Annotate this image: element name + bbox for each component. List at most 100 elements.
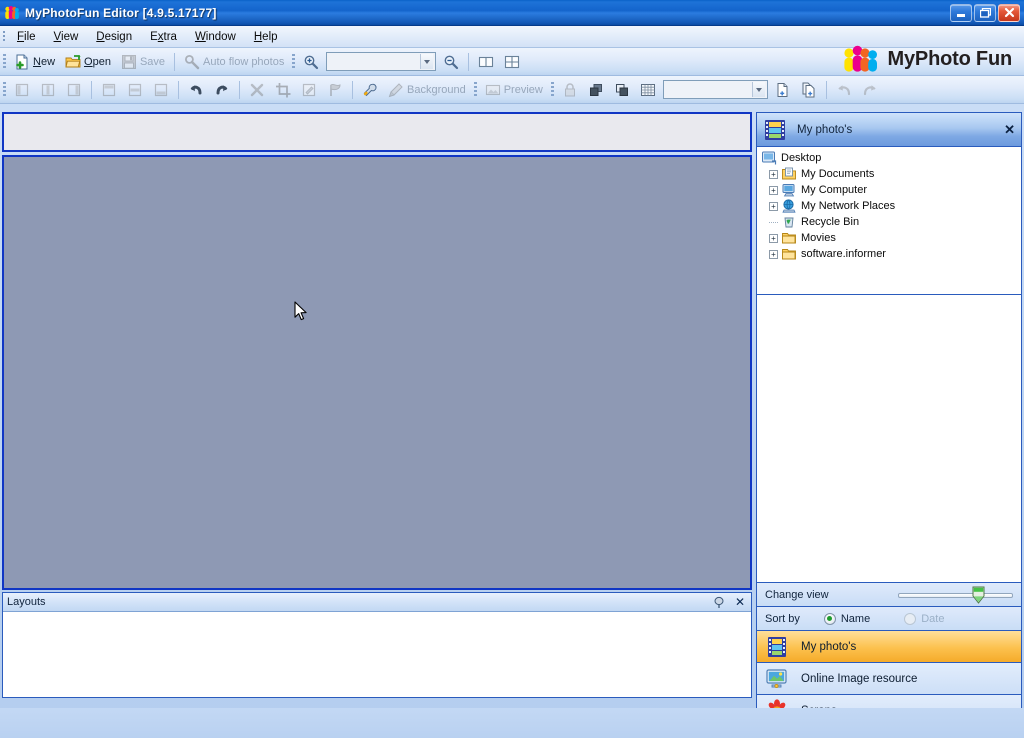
- background-button[interactable]: Background: [384, 79, 470, 101]
- radio-name[interactable]: [823, 612, 836, 625]
- menu-file[interactable]: FFileile: [8, 28, 45, 46]
- undo-button[interactable]: [832, 79, 856, 101]
- brand-logo: MyPhoto Fun: [842, 44, 1012, 74]
- save-button[interactable]: Save: [117, 51, 169, 73]
- auto-hide-pin-icon[interactable]: [712, 595, 726, 609]
- restore-button[interactable]: [974, 3, 996, 22]
- toolbar1-grip-2[interactable]: [289, 48, 298, 75]
- tree-item-label: My Documents: [801, 168, 875, 180]
- tree-item-my-computer[interactable]: + My Computer: [759, 182, 1019, 198]
- open-button[interactable]: Open: [61, 51, 115, 73]
- page-select-combo[interactable]: [662, 80, 768, 99]
- radio-date[interactable]: [904, 612, 917, 625]
- open-folder-icon: [65, 54, 81, 70]
- source-item-my-photos[interactable]: My photo's: [756, 631, 1022, 663]
- duplicate-page-button[interactable]: [797, 79, 821, 101]
- grid-view-icon: [504, 54, 520, 70]
- tree-item-recycle-bin[interactable]: Recycle Bin: [759, 214, 1019, 230]
- source-item-online-image-resource[interactable]: Online Image resource: [756, 663, 1022, 695]
- lock-button[interactable]: [558, 79, 582, 101]
- rotate-right-icon: [214, 82, 230, 98]
- expand-plus-icon[interactable]: +: [769, 233, 778, 243]
- layouts-panel-body[interactable]: [3, 612, 751, 697]
- zoom-out-button[interactable]: [439, 51, 463, 73]
- toolbar1-grip[interactable]: [0, 48, 9, 75]
- new-button[interactable]: New: [10, 51, 59, 73]
- grid-icon: [640, 82, 656, 98]
- chevron-down-icon[interactable]: [420, 54, 434, 69]
- flag-icon: [327, 82, 343, 98]
- align-left-button[interactable]: [10, 79, 34, 101]
- tree-item-desktop[interactable]: Desktop: [759, 150, 1019, 166]
- film-strip-icon: [763, 118, 787, 142]
- tree-item-software-informer[interactable]: + software.informer: [759, 246, 1019, 262]
- toolbar2-grip-3[interactable]: [548, 76, 557, 103]
- zoom-level-combo[interactable]: [326, 52, 437, 71]
- sort-by-label: Sort by: [765, 612, 800, 625]
- expand-plus-icon[interactable]: +: [769, 185, 778, 195]
- align-middle-icon: [127, 82, 143, 98]
- edit-button[interactable]: [297, 79, 321, 101]
- align-top-button[interactable]: [97, 79, 121, 101]
- expand-plus-icon[interactable]: +: [769, 249, 778, 259]
- expand-plus-icon[interactable]: +: [769, 201, 778, 211]
- sort-by-name-option[interactable]: Name: [823, 612, 870, 625]
- minimize-button[interactable]: [950, 3, 972, 22]
- menu-help[interactable]: Help: [245, 28, 287, 46]
- magic-wand-icon: [184, 54, 200, 70]
- align-center-button[interactable]: [36, 79, 60, 101]
- tree-item-my-network-places[interactable]: + My Network Places: [759, 198, 1019, 214]
- close-button[interactable]: [998, 3, 1020, 22]
- redo-button[interactable]: [858, 79, 882, 101]
- align-right-button[interactable]: [62, 79, 86, 101]
- change-view-slider[interactable]: [898, 586, 1013, 604]
- two-page-view-button[interactable]: [474, 51, 498, 73]
- grid-button[interactable]: [636, 79, 660, 101]
- grid-view-button[interactable]: [500, 51, 524, 73]
- editor-canvas[interactable]: [2, 155, 752, 590]
- page-chevron-down-icon[interactable]: [751, 82, 765, 97]
- toolbar2-grip-2[interactable]: [471, 76, 480, 103]
- toolbar2-grip[interactable]: [0, 76, 9, 103]
- slider-track: [898, 592, 1013, 598]
- add-page-icon: [775, 82, 791, 98]
- toolbar1-separator-1: [174, 52, 176, 71]
- thumbnail-list-area[interactable]: [756, 295, 1022, 583]
- menu-window[interactable]: Window: [186, 28, 245, 46]
- crop-button[interactable]: [271, 79, 295, 101]
- new-button-label: New: [33, 55, 56, 68]
- flag-button[interactable]: [323, 79, 347, 101]
- delete-button[interactable]: [245, 79, 269, 101]
- menu-design[interactable]: Design: [87, 28, 141, 46]
- menu-extra[interactable]: Extra: [141, 28, 186, 46]
- bring-to-front-button[interactable]: [584, 79, 608, 101]
- menu-grip[interactable]: [0, 26, 8, 47]
- two-page-view-icon: [478, 54, 494, 70]
- tree-item-movies[interactable]: + Movies: [759, 230, 1019, 246]
- align-bottom-icon: [153, 82, 169, 98]
- menu-view[interactable]: View: [45, 28, 88, 46]
- edit-pencil-icon: [301, 82, 317, 98]
- right-panel-close-icon[interactable]: ✕: [1004, 122, 1015, 138]
- auto-flow-photos-button[interactable]: Auto flow photos: [180, 51, 288, 73]
- preview-button[interactable]: Preview: [481, 79, 547, 101]
- align-bottom-button[interactable]: [149, 79, 173, 101]
- add-page-button[interactable]: [771, 79, 795, 101]
- source-item-label: Online Image resource: [801, 672, 918, 685]
- tree-item-label: Movies: [801, 232, 836, 244]
- slider-thumb[interactable]: [972, 586, 985, 604]
- sort-by-date-option[interactable]: Date: [904, 612, 944, 625]
- zoom-in-button[interactable]: [299, 51, 323, 73]
- send-to-back-button[interactable]: [610, 79, 634, 101]
- rotate-right-button[interactable]: [210, 79, 234, 101]
- page-thumbnail-strip[interactable]: [2, 112, 752, 152]
- tools-button[interactable]: [358, 79, 382, 101]
- recycle-bin-icon: [781, 214, 797, 230]
- folder-tree[interactable]: Desktop + My Documents + My Computer + M…: [756, 147, 1022, 295]
- expand-plus-icon[interactable]: +: [769, 169, 778, 179]
- rotate-left-button[interactable]: [184, 79, 208, 101]
- folder-icon: [781, 246, 797, 262]
- layouts-close-icon[interactable]: ✕: [733, 596, 747, 608]
- align-middle-button[interactable]: [123, 79, 147, 101]
- tree-item-my-documents[interactable]: + My Documents: [759, 166, 1019, 182]
